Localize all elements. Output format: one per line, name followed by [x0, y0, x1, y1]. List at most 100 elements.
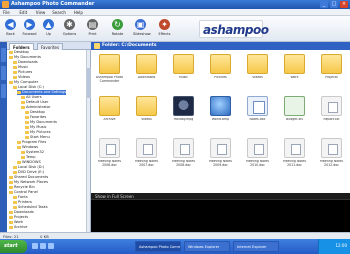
tab-folders[interactable]: Folders — [9, 43, 34, 50]
file-thumbnail[interactable]: Meeting Notes 2009.doc — [205, 135, 236, 175]
folder-icon — [9, 190, 13, 194]
folder-icon — [9, 50, 13, 54]
file-thumbnail[interactable]: Meeting Notes 2007.doc — [131, 135, 162, 175]
side-tab-favorites[interactable] — [1, 66, 6, 80]
gear-icon: ✱ — [64, 19, 75, 30]
back-button[interactable]: ◀ Back — [3, 18, 18, 40]
preview-pane: Show in Full Screen — [91, 193, 350, 232]
file-thumbnail[interactable]: Meeting Notes 2006.doc — [94, 135, 125, 175]
folder-icon — [99, 54, 120, 74]
folder-icon — [9, 180, 13, 184]
tree-node-label: Default User — [26, 100, 49, 104]
file-thumbnail[interactable]: Videos — [242, 51, 273, 91]
file-thumbnail[interactable]: Meeting Notes 2010.doc — [242, 135, 273, 175]
menu-search[interactable]: Search — [52, 10, 66, 15]
tree-node[interactable]: Archive — [9, 225, 27, 230]
printer-icon: ▤ — [87, 19, 98, 30]
tree-node-label: My Network Places — [14, 180, 48, 184]
file-thumbnail[interactable]: Meeting Notes 2011.doc — [279, 135, 310, 175]
minimize-button[interactable]: _ — [320, 1, 328, 8]
toolbar-label: Print — [88, 32, 97, 36]
folder-icon — [21, 105, 25, 109]
slideshow-button[interactable]: ▣ Slideshow — [133, 18, 151, 40]
tree-node-label: My Pictures — [30, 130, 51, 134]
folder-icon — [9, 185, 13, 189]
taskbar-button[interactable]: Ashampoo Photo Commander — [135, 241, 181, 252]
file-name: Meeting Notes 2006.doc — [97, 160, 122, 167]
effects-button[interactable]: ✦ Effects — [157, 18, 172, 40]
effects-icon: ✦ — [159, 19, 170, 30]
side-tab-search[interactable] — [1, 84, 6, 98]
file-thumbnail[interactable]: Music — [168, 51, 199, 91]
fullscreen-link[interactable]: Show in Full Screen — [95, 194, 134, 199]
thumbnail-grid: Ashampoo Photo Commander Downloads Music Pi… — [91, 50, 350, 193]
tree-scrollbar[interactable] — [86, 50, 91, 232]
options-button[interactable]: ✱ Options — [62, 18, 77, 40]
folder-icon — [9, 225, 13, 229]
folder-icon — [25, 125, 29, 129]
clock: 12:00 — [335, 243, 347, 248]
window-title: Ashampoo Photo Commander — [11, 1, 95, 7]
file-name: Work — [290, 76, 299, 79]
app-icon — [2, 1, 9, 8]
quicklaunch-ie-icon[interactable] — [32, 243, 38, 249]
note-file-icon — [247, 96, 268, 116]
side-tab-folders[interactable] — [1, 48, 6, 62]
file-name: Meeting Notes 2007.doc — [134, 160, 159, 167]
menu-edit[interactable]: Edit — [19, 10, 27, 15]
rotate-button[interactable]: ↻ Rotate — [110, 18, 125, 40]
tree-node-label: My Documents — [14, 55, 41, 59]
file-thumbnail[interactable]: Report.txt — [316, 93, 347, 133]
folder-icon — [13, 205, 17, 209]
close-button[interactable]: × — [340, 1, 348, 8]
file-thumbnail[interactable]: Pictures — [205, 51, 236, 91]
folder-tree: Desktop My Documents Downloads Music Picture… — [7, 50, 91, 232]
file-name: Projects — [325, 76, 338, 79]
folder-icon — [284, 54, 305, 74]
folder-icon — [17, 145, 21, 149]
print-button[interactable]: ▤ Print — [85, 18, 100, 40]
file-thumbnail[interactable]: Meeting Notes 2008.doc — [168, 135, 199, 175]
file-name: Downloads — [137, 76, 156, 79]
folder-icon — [9, 80, 13, 84]
tree-node-label: Downloads — [18, 60, 38, 64]
folder-icon — [13, 75, 17, 79]
maximize-button[interactable]: □ — [330, 1, 338, 8]
back-arrow-icon: ◀ — [5, 19, 16, 30]
quicklaunch-desktop-icon[interactable] — [40, 243, 46, 249]
forward-button[interactable]: ▶ Forward — [22, 18, 37, 40]
taskbar-button[interactable]: Windows Explorer — [184, 241, 230, 252]
file-thumbnail[interactable]: Notes.doc — [242, 93, 273, 133]
title-bar: Ashampoo Photo Commander _ □ × — [0, 0, 350, 9]
tab-favorites[interactable]: Favorites — [37, 43, 64, 50]
file-thumbnail[interactable]: Downloads — [131, 51, 162, 91]
tree-node-label: Control Panel — [14, 190, 38, 194]
file-thumbnail[interactable]: Projects — [316, 51, 347, 91]
quicklaunch-media-icon[interactable] — [48, 243, 54, 249]
file-name: Holiday.mpg — [173, 118, 194, 121]
up-button[interactable]: ▲ Up — [41, 18, 56, 40]
file-thumbnail[interactable]: World.bmp — [205, 93, 236, 133]
slideshow-icon: ▣ — [135, 19, 146, 30]
file-thumbnail[interactable]: Holiday.mpg — [168, 93, 199, 133]
menu-help[interactable]: Help — [74, 10, 83, 15]
start-button[interactable]: start — [0, 240, 27, 253]
menu-bar: File Edit View Search Help — [0, 9, 350, 16]
tree-node-label: Local Disk (D:) — [18, 165, 45, 169]
taskbar-button[interactable]: Internet Explorer — [233, 241, 279, 252]
menu-view[interactable]: View — [36, 10, 46, 15]
file-thumbnail[interactable]: Meeting Notes 2012.doc — [316, 135, 347, 175]
doc-file-icon — [99, 138, 120, 158]
file-thumbnail[interactable]: Budget.xls — [279, 93, 310, 133]
menu-file[interactable]: File — [3, 10, 10, 15]
toolbar-label: Forward — [22, 32, 37, 36]
file-name: Videos — [252, 76, 263, 79]
panel-tabs: Folders Favorites — [7, 42, 91, 50]
folder-icon — [247, 54, 268, 74]
file-thumbnail[interactable]: Archive — [94, 93, 125, 133]
file-thumbnail[interactable]: Work — [279, 51, 310, 91]
file-thumbnail[interactable]: Videos — [131, 93, 162, 133]
up-arrow-icon: ▲ — [43, 19, 54, 30]
folder-icon — [13, 70, 17, 74]
file-thumbnail[interactable]: Ashampoo Photo Commander — [94, 51, 125, 91]
